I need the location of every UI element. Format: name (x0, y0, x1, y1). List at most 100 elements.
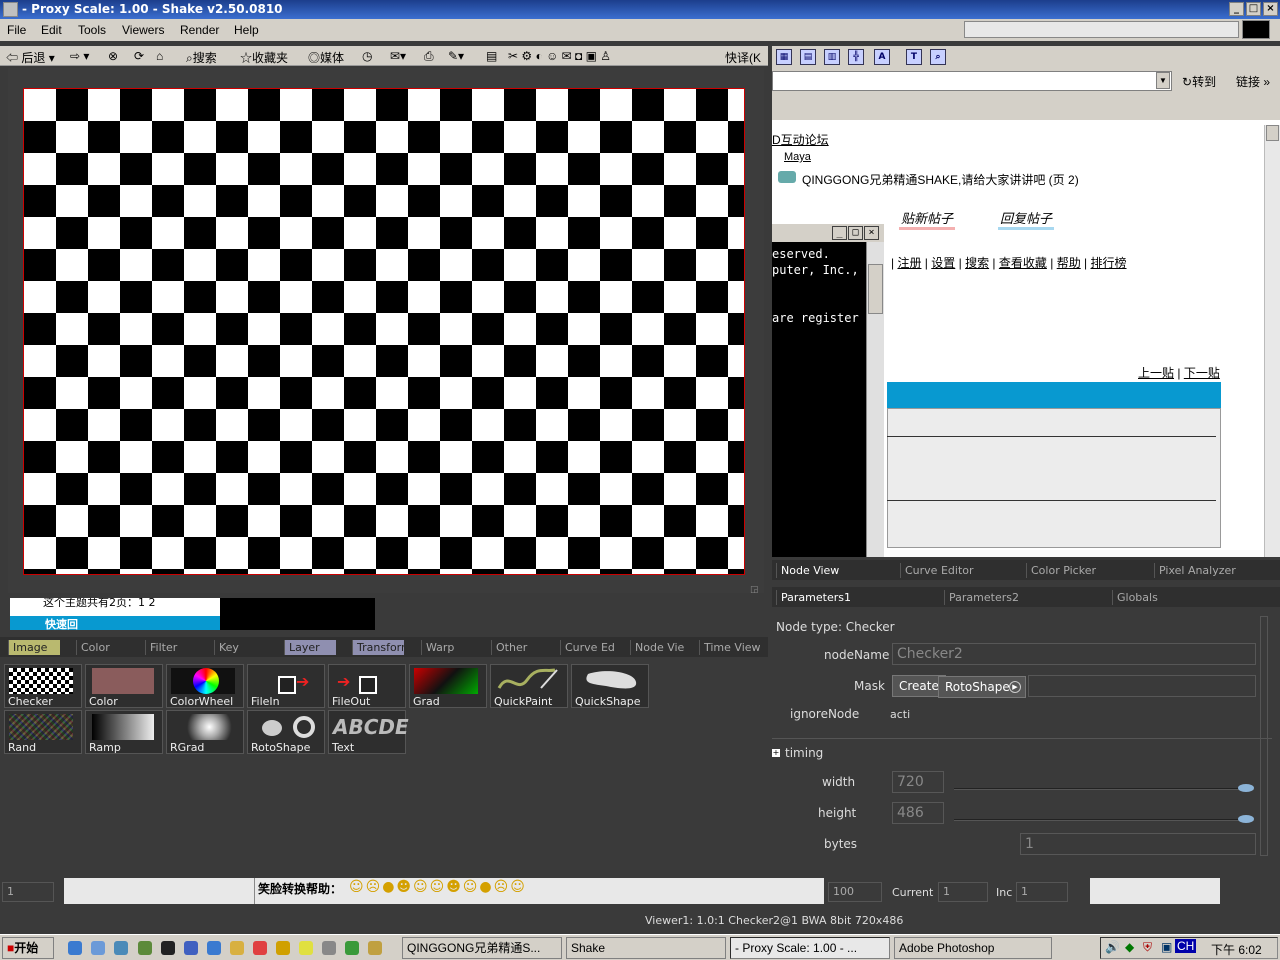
format-icon-2[interactable]: ▤ (800, 49, 816, 65)
menu-tools[interactable]: Tools (78, 23, 106, 37)
tab-color[interactable]: Color (76, 640, 138, 655)
node-grad[interactable]: Grad (409, 664, 487, 708)
links-button[interactable]: 链接 » (1236, 73, 1270, 90)
minimize-button[interactable]: _ (1229, 2, 1244, 16)
tab-key[interactable]: Key (214, 640, 276, 655)
ie-icon[interactable] (68, 941, 82, 955)
tool-icon[interactable]: ✂ ⚙ ◐ ☺ ✉ ◘ ▣ ♙ (508, 49, 611, 63)
menu-edit[interactable]: Edit (41, 23, 62, 37)
nodename-input[interactable]: Checker2 (892, 643, 1256, 665)
search-button[interactable]: ⌕搜索 (186, 49, 217, 66)
node-fileout[interactable]: ➔ FileOut (328, 664, 406, 708)
taskbar-item-shake[interactable]: Shake (566, 937, 726, 959)
tab-node-view[interactable]: Node Vie (630, 640, 692, 655)
media-icon[interactable] (276, 941, 290, 955)
app-icon-7[interactable] (299, 941, 313, 955)
discuss-icon[interactable]: ▤ (486, 49, 497, 63)
app-icon-9[interactable] (345, 941, 359, 955)
viewer-resize-icon[interactable]: ◲ (750, 585, 760, 595)
nav-register[interactable]: 注册 (897, 256, 921, 270)
app-icon-10[interactable] (368, 941, 382, 955)
app-icon-8[interactable] (322, 941, 336, 955)
image-viewer[interactable] (8, 68, 764, 593)
app-icon-5[interactable] (230, 941, 244, 955)
page-scrollbar[interactable] (1264, 125, 1280, 557)
terminal-scroll-thumb[interactable] (868, 264, 883, 314)
start-button[interactable]: ■开始 (2, 937, 54, 959)
app-icon-4[interactable] (207, 941, 221, 955)
new-post-button[interactable]: 贴新帖子 (899, 208, 956, 230)
inc-input[interactable]: 1 (1016, 882, 1068, 902)
height-slider-knob[interactable] (1238, 815, 1254, 823)
close-button[interactable]: × (1263, 2, 1278, 16)
current-frame-input[interactable]: 1 (938, 882, 988, 902)
tab-node-view-panel[interactable]: Node View (776, 563, 894, 578)
tab-pixel-analyzer[interactable]: Pixel Analyzer (1154, 563, 1272, 578)
nav-search[interactable]: 搜索 (965, 256, 989, 270)
tab-filter[interactable]: Filter (145, 640, 207, 655)
font-icon[interactable]: A (874, 49, 890, 65)
width-slider[interactable] (954, 788, 1254, 790)
format-icon[interactable]: ▦ (776, 49, 792, 65)
node-checker[interactable]: Checker (4, 664, 82, 708)
frame-start-input[interactable]: 1 (2, 882, 54, 902)
checkerboard-image[interactable] (23, 88, 745, 575)
maximize-icon[interactable]: □ (848, 226, 863, 240)
frame-end-input[interactable]: 100 (828, 882, 882, 902)
node-quickshape[interactable]: QuickShape (571, 664, 649, 708)
terminal-scrollbar[interactable] (866, 242, 884, 557)
qq-icon[interactable] (161, 941, 175, 955)
height-slider[interactable] (954, 819, 1254, 821)
translate-button[interactable]: 快译(K (725, 49, 761, 66)
grid-icon[interactable]: ╬ (848, 49, 864, 65)
tab-color-picker[interactable]: Color Picker (1026, 563, 1144, 578)
tab-warp[interactable]: Warp (421, 640, 483, 655)
emoticon-icons[interactable]: ☺☹●☻☺☺☻☺●☹☺ (349, 879, 527, 895)
app-icon-6[interactable] (253, 941, 267, 955)
tab-curve-editor-panel[interactable]: Curve Editor (900, 563, 1018, 578)
params-scrollbar[interactable] (1260, 616, 1268, 856)
tray-icon[interactable]: ▣ (1161, 940, 1172, 954)
ignorenode-value[interactable]: acti (890, 708, 910, 721)
maya-link[interactable]: Maya (784, 151, 811, 163)
node-text[interactable]: ABCDE Text (328, 710, 409, 754)
desktop-icon[interactable] (114, 941, 128, 955)
tab-image[interactable]: Image (8, 640, 60, 655)
bytes-input[interactable]: 1 (1020, 833, 1256, 855)
node-rgrad[interactable]: RGrad (166, 710, 244, 754)
menu-viewers[interactable]: Viewers (122, 23, 164, 37)
node-filein[interactable]: ➔ FileIn (247, 664, 325, 708)
history-icon[interactable]: ◷ (362, 49, 372, 63)
tab-parameters1[interactable]: Parameters1 (776, 590, 934, 605)
minimize-icon[interactable]: _ (832, 226, 847, 240)
node-color[interactable]: Color (85, 664, 163, 708)
height-input[interactable]: 486 (892, 802, 944, 824)
scroll-up-icon[interactable] (1266, 125, 1279, 141)
node-quickpaint[interactable]: QuickPaint (490, 664, 568, 708)
forum-link[interactable]: D互动论坛 (772, 131, 829, 148)
tab-time-view[interactable]: Time View (699, 640, 761, 655)
reply-button[interactable]: 回复帖子 (998, 208, 1055, 230)
expand-icon[interactable]: + (772, 749, 780, 757)
app-icon-2[interactable] (138, 941, 152, 955)
mask-input[interactable] (1028, 675, 1256, 697)
taskbar-item-forum[interactable]: QINGGONG兄弟精通S... (402, 937, 562, 959)
address-input[interactable] (772, 71, 1172, 91)
print-icon[interactable]: ⎙ (424, 49, 434, 64)
taskbar-item-proxy[interactable]: - Proxy Scale: 1.00 - ... (730, 937, 890, 959)
node-ramp[interactable]: Ramp (85, 710, 163, 754)
rotoshape-button[interactable]: RotoShape ▶ (938, 676, 1026, 698)
app-icon-3[interactable] (184, 941, 198, 955)
address-dropdown-icon[interactable]: ▼ (1156, 72, 1170, 89)
explorer-icon[interactable] (91, 941, 105, 955)
tab-parameters2[interactable]: Parameters2 (944, 590, 1102, 605)
maximize-button[interactable]: □ (1246, 2, 1261, 16)
media-button[interactable]: ◎媒体 (308, 49, 344, 66)
nav-help[interactable]: 帮助 (1057, 256, 1081, 270)
home-icon[interactable]: ⌂ (156, 49, 163, 63)
node-colorwheel[interactable]: ColorWheel (166, 664, 244, 708)
next-link[interactable]: 下一贴 (1184, 366, 1220, 380)
mail-icon[interactable]: ✉▾ (390, 49, 406, 63)
back-button[interactable]: ⇦ 后退 ▾ (6, 49, 55, 66)
go-button[interactable]: ↻转到 (1182, 73, 1216, 90)
